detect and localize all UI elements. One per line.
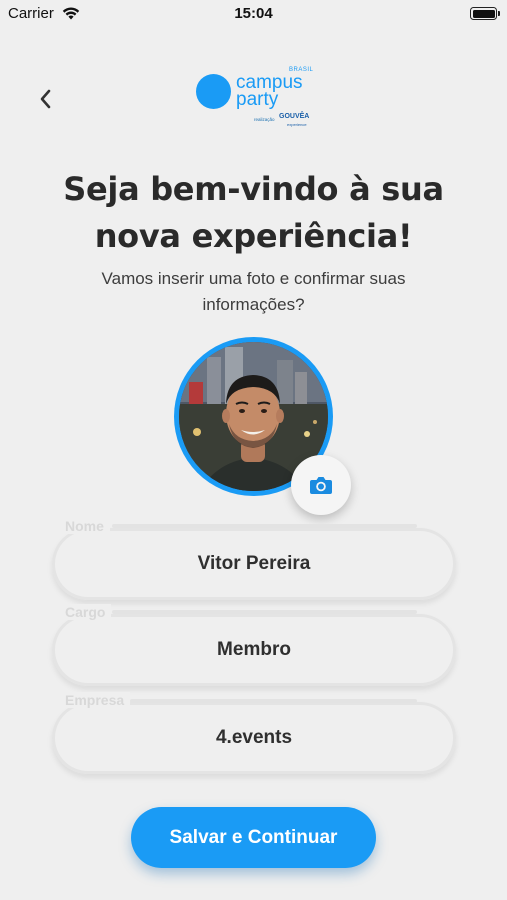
back-button[interactable]: [30, 84, 60, 114]
camera-icon: [310, 477, 332, 494]
status-time: 15:04: [234, 5, 273, 22]
name-field[interactable]: Vitor Pereira: [52, 528, 456, 600]
subtitle-line-2: informações?: [202, 295, 305, 314]
name-field-line: [112, 524, 417, 528]
logo-dot: [196, 74, 231, 109]
change-photo-button[interactable]: [291, 455, 351, 515]
company-field-line: [130, 699, 417, 703]
name-label: Nome: [65, 518, 110, 534]
logo-word-party: party: [236, 89, 279, 110]
battery-icon: [470, 7, 497, 20]
battery-cap: [498, 11, 500, 16]
save-continue-button[interactable]: Salvar e Continuar: [131, 807, 376, 868]
role-field[interactable]: Membro: [52, 614, 456, 686]
company-field[interactable]: 4.events: [52, 702, 456, 774]
campus-party-logo: BRASIL campus party realização GOUVÊA ex…: [196, 66, 316, 130]
page-subtitle: Vamos inserir uma foto e confirmar suas …: [70, 266, 437, 318]
role-field-line: [112, 610, 417, 614]
logo-partner: GOUVÊA: [279, 113, 310, 120]
page-title: Seja bem-vindo à sua nova experiência!: [0, 166, 507, 260]
subtitle-line-1: Vamos inserir uma foto e confirmar suas: [101, 269, 406, 288]
company-label: Empresa: [65, 692, 131, 708]
role-label: Cargo: [65, 604, 112, 620]
chevron-left-icon: [40, 89, 51, 109]
title-line-1: Seja bem-vindo à sua: [63, 170, 444, 208]
status-bar: Carrier 15:04: [0, 0, 507, 30]
logo-partner-sub: experience: [287, 122, 307, 127]
logo-realization: realização: [254, 117, 275, 122]
title-line-2: nova experiência!: [94, 217, 413, 255]
